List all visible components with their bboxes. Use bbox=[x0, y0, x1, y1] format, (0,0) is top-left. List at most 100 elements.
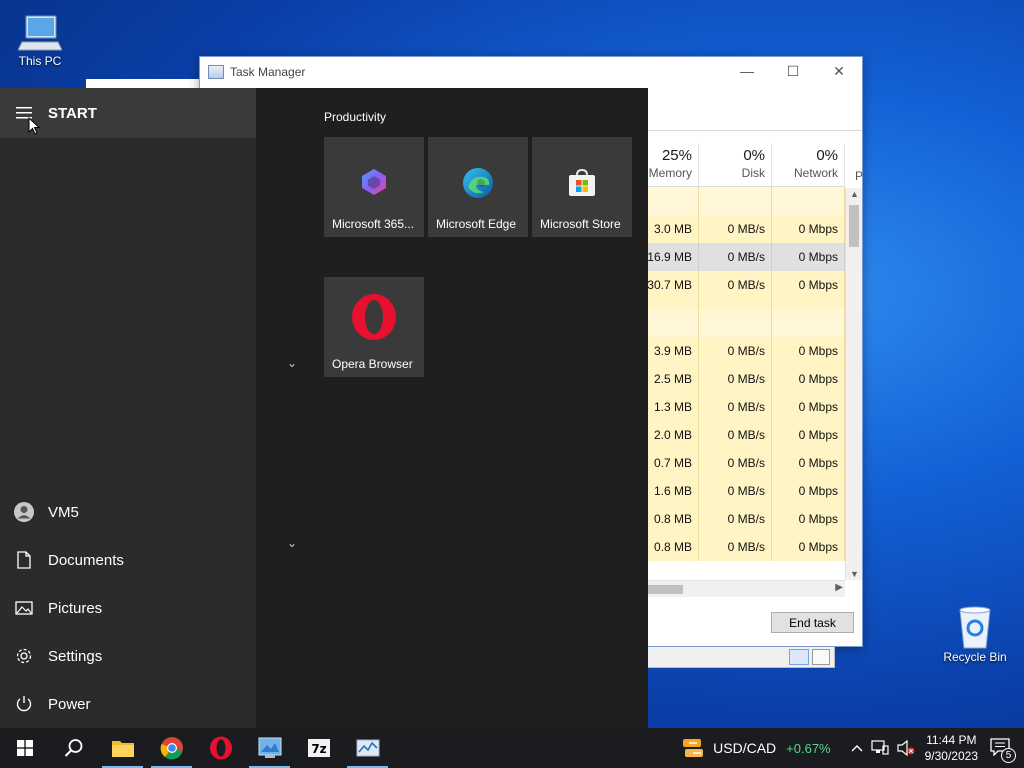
tile-label: Opera Browser bbox=[332, 357, 413, 371]
maximize-button[interactable]: ☐ bbox=[770, 57, 816, 85]
minimize-button[interactable]: — bbox=[724, 57, 770, 85]
cell-disk: 0 MB/s bbox=[699, 449, 772, 477]
cell-memory: 30.7 MB bbox=[647, 271, 699, 299]
start-item-documents[interactable]: Documents bbox=[0, 536, 256, 584]
tile-microsoft-edge[interactable]: Microsoft Edge bbox=[428, 137, 528, 237]
end-task-button[interactable]: End task bbox=[771, 612, 854, 633]
cell-memory: 1.3 MB bbox=[647, 393, 699, 421]
microsoft-365-icon bbox=[324, 167, 424, 197]
cell-disk: 0 MB/s bbox=[699, 421, 772, 449]
volume-muted-icon[interactable] bbox=[897, 740, 915, 756]
user-avatar-icon bbox=[0, 501, 48, 523]
scrollbar-thumb[interactable] bbox=[647, 585, 683, 594]
action-center-button[interactable]: 5 bbox=[990, 737, 1016, 763]
hamburger-menu-icon[interactable] bbox=[0, 107, 48, 119]
cell-network bbox=[772, 309, 845, 337]
vertical-scrollbar[interactable]: ▲ ▼ bbox=[845, 188, 862, 580]
show-hidden-icons-chevron-icon[interactable] bbox=[851, 744, 863, 752]
column-disk[interactable]: 0% Disk bbox=[699, 143, 772, 186]
table-row[interactable]: 30.7 MB 0 MB/s 0 Mbps bbox=[647, 271, 845, 299]
column-network[interactable]: 0% Network bbox=[772, 143, 845, 186]
store-icon bbox=[532, 167, 632, 199]
cell-memory: 0.8 MB bbox=[647, 505, 699, 533]
cell-network bbox=[772, 187, 845, 215]
taskbar-task-manager[interactable] bbox=[343, 728, 392, 768]
scrollbar-thumb[interactable] bbox=[849, 205, 859, 247]
start-item-label: Documents bbox=[48, 551, 124, 569]
start-item-pictures[interactable]: Pictures bbox=[0, 584, 256, 632]
document-icon bbox=[0, 551, 48, 569]
scroll-down-icon[interactable]: ▼ bbox=[846, 569, 863, 579]
start-menu: START VM5 Documents Pictures Settings Po… bbox=[0, 88, 648, 728]
taskbar-clock[interactable]: 11:44 PM 9/30/2023 bbox=[925, 732, 978, 764]
gear-icon bbox=[0, 647, 48, 665]
7zip-icon: 7z bbox=[307, 739, 330, 757]
currency-ticker[interactable]: USD/CAD +0.67% bbox=[681, 737, 831, 759]
start-button[interactable] bbox=[0, 728, 49, 768]
ticker-change: +0.67% bbox=[786, 740, 831, 756]
desktop-icon-this-pc[interactable]: This PC bbox=[0, 8, 80, 68]
table-row[interactable]: 3.9 MB 0 MB/s 0 Mbps bbox=[647, 337, 845, 365]
table-row[interactable]: 2.5 MB 0 MB/s 0 Mbps bbox=[647, 365, 845, 393]
table-row[interactable] bbox=[647, 187, 845, 215]
close-button[interactable]: ✕ bbox=[816, 57, 862, 85]
start-item-label: VM5 bbox=[48, 503, 79, 521]
chevron-down-icon[interactable]: ⌄ bbox=[287, 356, 297, 370]
desktop-icon-recycle-bin[interactable]: Recycle Bin bbox=[935, 604, 1015, 664]
cell-network: 0 Mbps bbox=[772, 421, 845, 449]
cell-disk: 0 MB/s bbox=[699, 477, 772, 505]
tile-microsoft-store[interactable]: Microsoft Store bbox=[532, 137, 632, 237]
start-item-power[interactable]: Power bbox=[0, 680, 256, 728]
computer-icon bbox=[0, 8, 80, 54]
scroll-up-icon[interactable]: ▲ bbox=[846, 189, 863, 199]
column-power-truncated[interactable]: P bbox=[855, 169, 863, 183]
table-row[interactable]: 0.8 MB 0 MB/s 0 Mbps bbox=[647, 533, 845, 561]
table-row[interactable]: 1.6 MB 0 MB/s 0 Mbps bbox=[647, 477, 845, 505]
clock-time: 11:44 PM bbox=[926, 733, 977, 747]
table-row[interactable]: 2.0 MB 0 MB/s 0 Mbps bbox=[647, 421, 845, 449]
taskbar-chrome[interactable] bbox=[147, 728, 196, 768]
start-item-settings[interactable]: Settings bbox=[0, 632, 256, 680]
desktop-icon-label: Recycle Bin bbox=[943, 650, 1007, 664]
list-view-icon[interactable] bbox=[812, 649, 830, 665]
taskbar-opera[interactable] bbox=[196, 728, 245, 768]
chevron-down-icon[interactable]: ⌄ bbox=[287, 536, 297, 550]
table-header: 25% Memory 0% Disk 0% Network bbox=[647, 143, 845, 187]
cell-network: 0 Mbps bbox=[772, 449, 845, 477]
cell-disk: 0 MB/s bbox=[699, 365, 772, 393]
details-view-icon[interactable] bbox=[789, 649, 809, 665]
windows-logo-icon bbox=[16, 740, 33, 756]
cell-memory: 2.5 MB bbox=[647, 365, 699, 393]
table-row[interactable]: 3.0 MB 0 MB/s 0 Mbps bbox=[647, 215, 845, 243]
cell-disk: 0 MB/s bbox=[699, 243, 772, 271]
column-memory[interactable]: 25% Memory bbox=[647, 143, 699, 186]
cell-network: 0 Mbps bbox=[772, 365, 845, 393]
cell-memory: 2.0 MB bbox=[647, 421, 699, 449]
network-icon[interactable] bbox=[871, 740, 889, 756]
table-row[interactable]: 1.3 MB 0 MB/s 0 Mbps bbox=[647, 393, 845, 421]
horizontal-scrollbar[interactable]: ▶ bbox=[647, 580, 845, 597]
clock-date: 9/30/2023 bbox=[924, 749, 978, 763]
cell-disk: 0 MB/s bbox=[699, 533, 772, 561]
mouse-cursor-icon bbox=[28, 116, 41, 140]
cell-memory bbox=[647, 309, 699, 337]
taskbar-file-explorer[interactable] bbox=[98, 728, 147, 768]
scroll-right-icon[interactable]: ▶ bbox=[835, 582, 843, 593]
taskbar-7zip[interactable]: 7z bbox=[294, 728, 343, 768]
taskbar-control-panel[interactable] bbox=[245, 728, 294, 768]
tile-opera-browser[interactable]: Opera Browser bbox=[324, 277, 424, 377]
chrome-icon bbox=[160, 737, 183, 760]
cell-network: 0 Mbps bbox=[772, 477, 845, 505]
cell-disk bbox=[699, 187, 772, 215]
recycle-bin-icon bbox=[935, 604, 1015, 650]
search-button[interactable] bbox=[49, 728, 98, 768]
tile-microsoft-365[interactable]: Microsoft 365... bbox=[324, 137, 424, 237]
table-row[interactable]: 0.8 MB 0 MB/s 0 Mbps bbox=[647, 505, 845, 533]
cell-disk: 0 MB/s bbox=[699, 215, 772, 243]
start-item-user[interactable]: VM5 bbox=[0, 488, 256, 536]
table-row[interactable]: 0.7 MB 0 MB/s 0 Mbps bbox=[647, 449, 845, 477]
cell-memory: 0.8 MB bbox=[647, 533, 699, 561]
table-row[interactable]: 16.9 MB 0 MB/s 0 Mbps bbox=[647, 243, 845, 271]
cell-network: 0 Mbps bbox=[772, 505, 845, 533]
table-row[interactable] bbox=[647, 309, 845, 337]
